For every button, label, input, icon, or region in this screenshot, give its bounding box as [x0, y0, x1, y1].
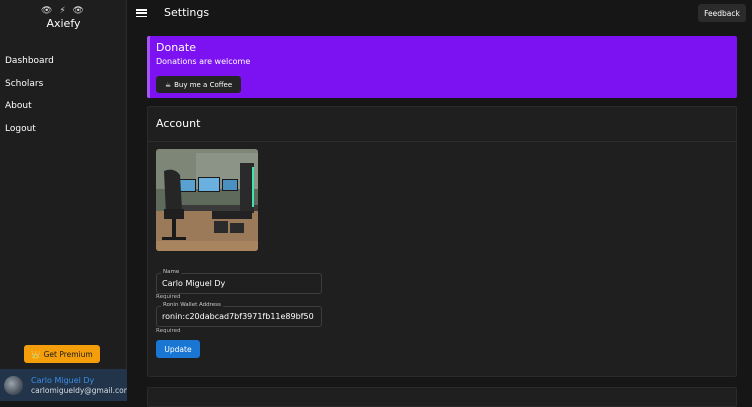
next-card	[147, 387, 737, 407]
name-input[interactable]	[162, 279, 318, 288]
divider	[148, 141, 736, 142]
crown-icon: 👑	[31, 349, 41, 359]
user-profile[interactable]: Carlo Miguel Dy carlomigueldy@gmail.com	[0, 369, 127, 401]
sidebar-item-dashboard[interactable]: Dashboard	[0, 50, 127, 73]
buy-coffee-button[interactable]: ☕ Buy me a Coffee	[156, 76, 241, 93]
sidebar-item-scholars[interactable]: Scholars	[0, 73, 127, 96]
account-title: Account	[156, 117, 201, 130]
profile-photo[interactable]	[156, 149, 258, 251]
page-title: Settings	[164, 6, 210, 19]
donate-title: Donate	[156, 41, 196, 54]
name-helper-text: Required	[156, 294, 181, 300]
avatar	[4, 375, 23, 395]
wallet-field[interactable]: Ronin Wallet Address	[156, 302, 322, 327]
user-name: Carlo Miguel Dy	[31, 375, 95, 385]
brand-name: Axiefy	[46, 17, 81, 30]
user-info: Carlo Miguel Dy carlomigueldy@gmail.com	[31, 376, 127, 395]
brand-logo-icon: 👁 ⚡ 👁	[41, 6, 86, 16]
get-premium-button[interactable]: 👑 Get Premium	[24, 345, 100, 363]
buy-coffee-label: Buy me a Coffee	[174, 80, 233, 89]
wallet-helper-text: Required	[156, 328, 181, 334]
donate-card: Donate Donations are welcome ☕ Buy me a …	[147, 36, 737, 98]
sidebar-nav: Dashboard Scholars About Logout	[0, 50, 127, 140]
coffee-icon: ☕	[164, 80, 172, 89]
name-field[interactable]: Name	[156, 269, 322, 294]
account-card: Account Name Req	[147, 106, 737, 377]
name-field-label: Name	[161, 269, 182, 275]
wallet-field-label: Ronin Wallet Address	[161, 302, 223, 308]
feedback-button[interactable]: Feedback	[698, 4, 746, 22]
update-button[interactable]: Update	[156, 340, 200, 358]
sidebar-item-about[interactable]: About	[0, 95, 127, 118]
user-email: carlomigueldy@gmail.com	[31, 385, 127, 395]
donate-subtitle: Donations are welcome	[156, 57, 251, 66]
wallet-input[interactable]	[162, 312, 318, 321]
top-bar: Settings Feedback	[127, 0, 752, 26]
brand: 👁 ⚡ 👁 Axiefy	[0, 6, 127, 30]
menu-icon[interactable]	[136, 9, 147, 17]
sidebar: 👁 ⚡ 👁 Axiefy Dashboard Scholars About Lo…	[0, 0, 127, 401]
get-premium-label: Get Premium	[43, 349, 93, 359]
sidebar-item-logout[interactable]: Logout	[0, 118, 127, 141]
